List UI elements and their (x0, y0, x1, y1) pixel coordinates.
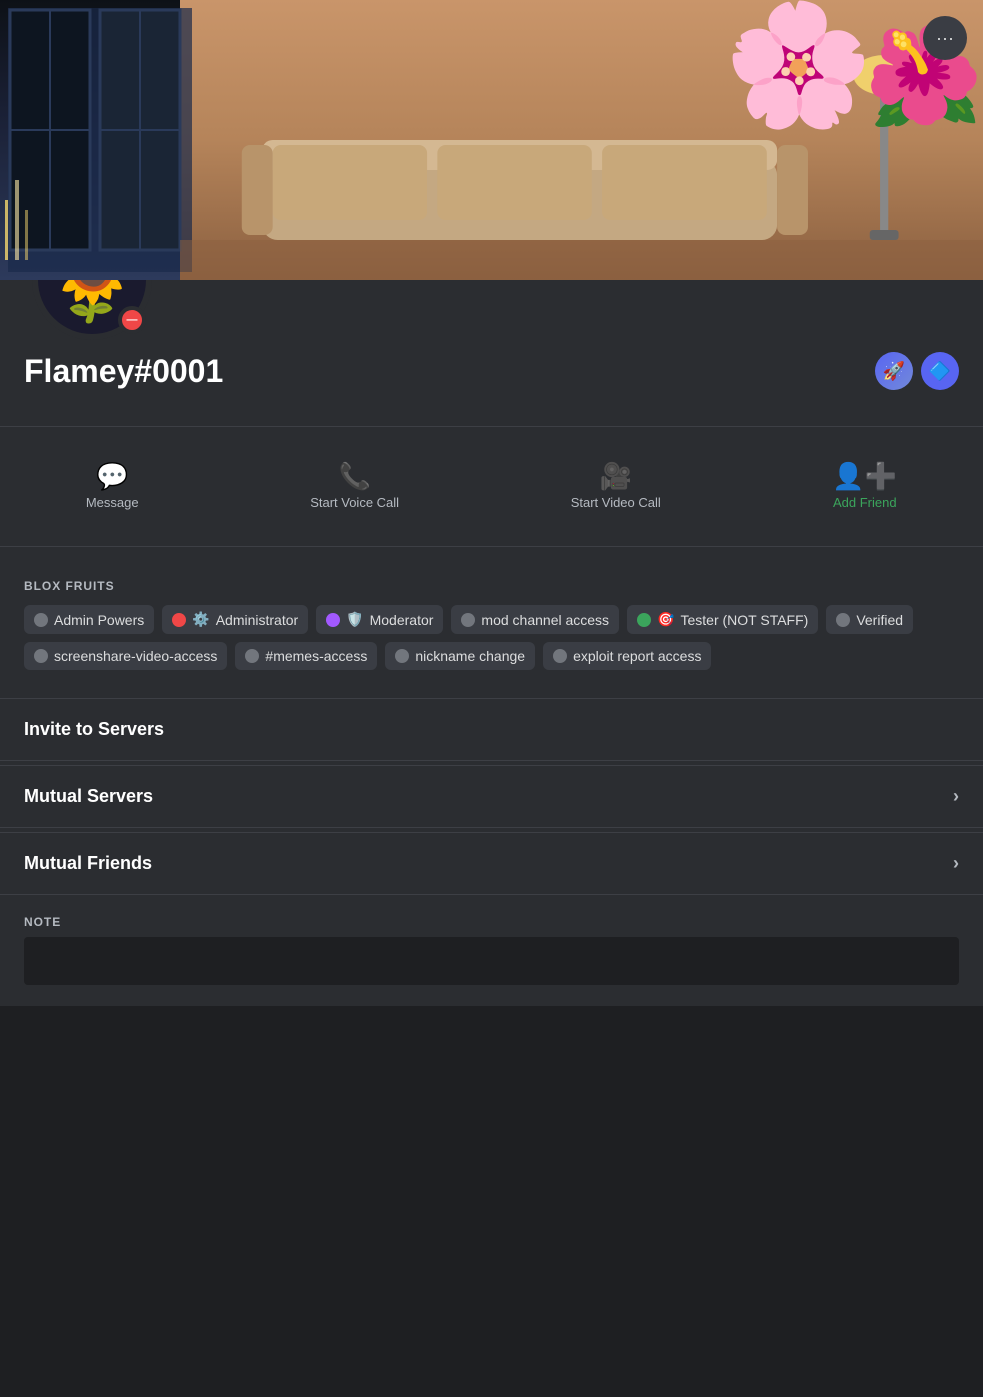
role-tester[interactable]: 🎯 Tester (NOT STAFF) (627, 605, 818, 634)
more-options-label: ··· (936, 28, 954, 49)
add-friend-button[interactable]: 👤➕ Add Friend (816, 455, 913, 518)
role-dot (34, 649, 48, 663)
role-label: nickname change (415, 648, 525, 664)
invite-servers-section: Invite to Servers (0, 698, 983, 761)
role-dot (34, 613, 48, 627)
mutual-friends-section: Mutual Friends › (0, 832, 983, 895)
role-label: Verified (856, 612, 903, 628)
role-label: Tester (NOT STAFF) (681, 612, 809, 628)
role-dot (553, 649, 567, 663)
profile-info: 🌻 — Flamey#0001 🚀 🔷 (0, 280, 983, 410)
note-input[interactable] (24, 937, 959, 985)
role-label: Admin Powers (54, 612, 144, 628)
guild-badge: 🔷 (921, 352, 959, 390)
mutual-friends-chevron: › (953, 853, 959, 874)
window-svg (0, 0, 200, 280)
role-emoji: 🛡️ (346, 611, 363, 628)
role-exploit[interactable]: exploit report access (543, 642, 711, 670)
role-nickname-change[interactable]: nickname change (385, 642, 535, 670)
voice-call-button[interactable]: 📞 Start Voice Call (294, 455, 415, 518)
mutual-servers-header[interactable]: Mutual Servers › (0, 766, 983, 827)
role-label: Moderator (370, 612, 434, 628)
role-dot (637, 613, 651, 627)
role-label: mod channel access (481, 612, 609, 628)
role-label: screenshare-video-access (54, 648, 217, 664)
role-dot (461, 613, 475, 627)
role-emoji: ⚙️ (192, 611, 209, 628)
mutual-friends-label: Mutual Friends (24, 853, 152, 874)
role-label: Administrator (216, 612, 298, 628)
spacer-1 (0, 686, 983, 698)
role-dot (326, 613, 340, 627)
role-label: #memes-access (265, 648, 367, 664)
message-label: Message (86, 495, 139, 510)
username-badges: 🚀 🔷 (875, 352, 959, 390)
role-dot (836, 613, 850, 627)
role-label: exploit report access (573, 648, 701, 664)
role-dot (245, 649, 259, 663)
role-screenshare[interactable]: screenshare-video-access (24, 642, 227, 670)
message-button[interactable]: 💬 Message (70, 455, 155, 518)
username-display: Flamey#0001 (24, 353, 223, 390)
role-dot (172, 613, 186, 627)
roles-section: BLOX FRUITS Admin Powers ⚙️ Administrato… (0, 563, 983, 686)
profile-banner: 🌸 🌺 ··· (0, 0, 983, 280)
divider-2 (0, 546, 983, 547)
invite-servers-label: Invite to Servers (24, 719, 164, 740)
video-icon: 🎥 (600, 463, 632, 489)
note-title: NOTE (24, 915, 959, 929)
role-verified[interactable]: Verified (826, 605, 913, 634)
mutual-servers-section: Mutual Servers › (0, 765, 983, 828)
role-dot (395, 649, 409, 663)
more-options-button[interactable]: ··· (923, 16, 967, 60)
roles-grid: Admin Powers ⚙️ Administrator 🛡️ Moderat… (24, 605, 959, 670)
username-text: Flamey (24, 353, 134, 389)
role-memes[interactable]: #memes-access (235, 642, 377, 670)
message-icon: 💬 (96, 463, 128, 489)
invite-servers-header[interactable]: Invite to Servers (0, 699, 983, 760)
mutual-friends-header[interactable]: Mutual Friends › (0, 833, 983, 894)
add-friend-icon: 👤➕ (832, 463, 897, 489)
note-section: NOTE (0, 899, 983, 1006)
nitro-badge: 🚀 (875, 352, 913, 390)
divider-1 (0, 426, 983, 427)
actions-bar: 💬 Message 📞 Start Voice Call 🎥 Start Vid… (0, 443, 983, 530)
video-label: Start Video Call (571, 495, 661, 510)
profile-container: 🌸 🌺 ··· 🌻 — Flamey#0001 🚀 🔷 (0, 0, 983, 1006)
voice-label: Start Voice Call (310, 495, 399, 510)
mutual-servers-chevron: › (953, 786, 959, 807)
flower-main-icon: 🌸 (724, 5, 873, 125)
video-call-button[interactable]: 🎥 Start Video Call (555, 455, 677, 518)
roles-title: BLOX FRUITS (24, 579, 959, 593)
add-friend-label: Add Friend (833, 495, 897, 510)
role-emoji: 🎯 (657, 611, 674, 628)
mutual-servers-label: Mutual Servers (24, 786, 153, 807)
username-row: Flamey#0001 🚀 🔷 (24, 352, 959, 390)
status-badge: — (118, 306, 146, 334)
voice-icon: 📞 (338, 463, 370, 489)
discriminator-text: #0001 (134, 353, 223, 389)
role-mod-channel[interactable]: mod channel access (451, 605, 619, 634)
role-admin-powers[interactable]: Admin Powers (24, 605, 154, 634)
role-administrator[interactable]: ⚙️ Administrator (162, 605, 308, 634)
role-moderator[interactable]: 🛡️ Moderator (316, 605, 443, 634)
